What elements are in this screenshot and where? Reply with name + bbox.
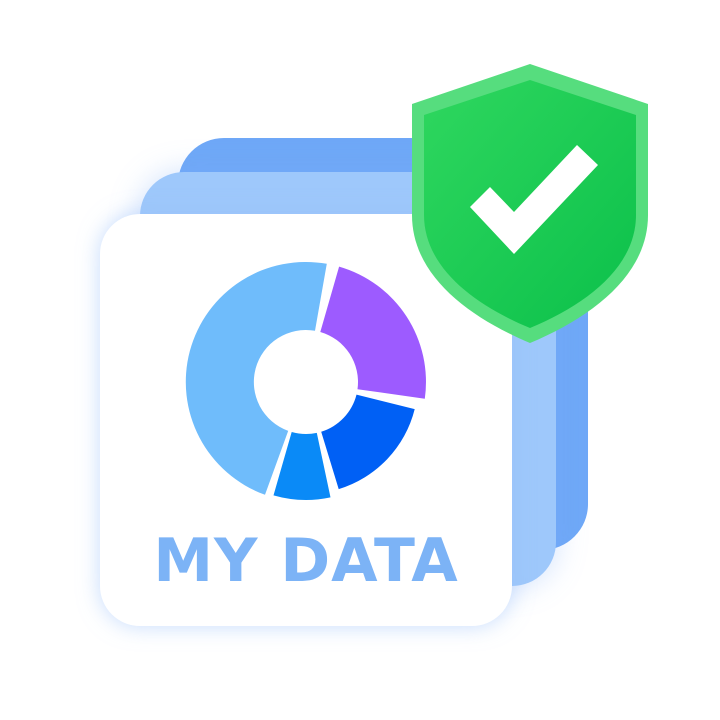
shield-check-icon: [412, 64, 648, 343]
my-data-illustration: MY DATA: [0, 0, 720, 720]
